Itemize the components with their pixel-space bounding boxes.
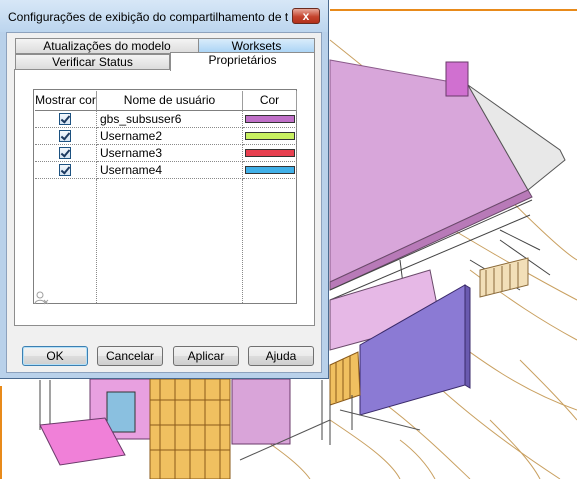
- apply-button[interactable]: Aplicar: [173, 346, 239, 366]
- username-text: gbs_subsuser6: [100, 112, 182, 126]
- show-color-checkbox[interactable]: [59, 130, 71, 142]
- dialog-title: Configurações de exibição do compartilha…: [8, 10, 288, 24]
- username-cell: gbs_subsuser6: [97, 111, 243, 128]
- color-cell: [243, 145, 297, 162]
- column-header-show-color[interactable]: Mostrar cor: [35, 91, 97, 111]
- grid-divider: [242, 179, 243, 303]
- show-color-cell: [35, 162, 97, 179]
- dialog-client-area: Atualizações do modelo Worksets Verifica…: [6, 32, 322, 373]
- column-header-color[interactable]: Cor: [243, 91, 297, 111]
- show-color-checkbox[interactable]: [59, 147, 71, 159]
- username-cell: Username3: [97, 145, 243, 162]
- color-swatch[interactable]: [245, 132, 295, 140]
- table-row[interactable]: Username3: [35, 145, 297, 162]
- show-color-checkbox[interactable]: [59, 164, 71, 176]
- table-row[interactable]: gbs_subsuser6: [35, 111, 297, 128]
- show-color-cell: [35, 128, 97, 145]
- help-button[interactable]: Ajuda: [248, 346, 314, 366]
- ok-button[interactable]: OK: [22, 346, 88, 366]
- tab-check-status[interactable]: Verificar Status: [15, 54, 170, 70]
- remove-user-icon[interactable]: [33, 290, 49, 306]
- dialog-titlebar[interactable]: Configurações de exibição do compartilha…: [0, 0, 328, 32]
- show-color-checkbox[interactable]: [59, 113, 71, 125]
- show-color-cell: [35, 111, 97, 128]
- color-swatch[interactable]: [245, 115, 295, 123]
- color-cell: [243, 162, 297, 179]
- tab-label: Atualizações do modelo: [43, 39, 171, 53]
- cancel-button[interactable]: Cancelar: [97, 346, 163, 366]
- username-cell: Username2: [97, 128, 243, 145]
- worksharing-display-settings-dialog: Configurações de exibição do compartilha…: [0, 0, 329, 379]
- color-cell: [243, 111, 297, 128]
- owners-grid: Mostrar cor Nome de usuário Cor gbs_subs…: [33, 89, 297, 304]
- close-icon: x: [302, 9, 310, 23]
- tab-label: Verificar Status: [52, 55, 133, 69]
- username-text: Username2: [100, 129, 163, 143]
- tab-label: Proprietários: [208, 53, 277, 67]
- table-row[interactable]: Username2: [35, 128, 297, 145]
- tab-owners[interactable]: Proprietários: [170, 52, 315, 71]
- grid-divider: [96, 179, 97, 303]
- close-button[interactable]: x: [292, 8, 320, 24]
- tab-label: Worksets: [231, 39, 282, 53]
- username-cell: Username4: [97, 162, 243, 179]
- username-text: Username4: [100, 163, 163, 177]
- color-swatch[interactable]: [245, 149, 295, 157]
- username-text: Username3: [100, 146, 163, 160]
- table-row[interactable]: Username4: [35, 162, 297, 179]
- color-swatch[interactable]: [245, 166, 295, 174]
- column-header-username[interactable]: Nome de usuário: [97, 91, 243, 111]
- show-color-cell: [35, 145, 97, 162]
- color-cell: [243, 128, 297, 145]
